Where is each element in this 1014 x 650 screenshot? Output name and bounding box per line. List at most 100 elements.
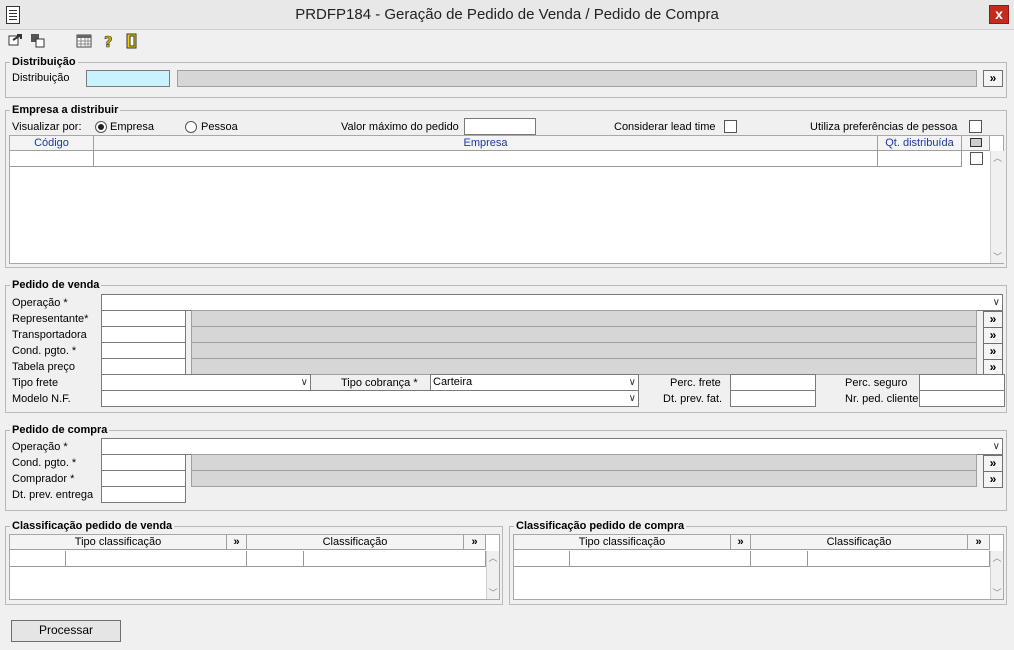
distribuicao-group-title: Distribuição bbox=[10, 56, 78, 68]
radio-pessoa[interactable] bbox=[185, 121, 197, 133]
preferencias-checkbox[interactable] bbox=[969, 120, 982, 133]
table-cell[interactable] bbox=[808, 551, 990, 567]
compra-cond-pgto-input[interactable] bbox=[101, 454, 186, 471]
comprador-input[interactable] bbox=[101, 470, 186, 487]
compra-group-title: Pedido de compra bbox=[10, 424, 110, 436]
close-button[interactable]: x bbox=[989, 5, 1009, 24]
representante-lookup-button[interactable]: » bbox=[983, 311, 1003, 328]
class-compra-class-lookup-button[interactable]: » bbox=[968, 535, 990, 550]
calendar-icon[interactable] bbox=[76, 33, 94, 51]
compra-operacao-label: Operação * bbox=[12, 441, 68, 453]
venda-cond-pgto-description bbox=[191, 342, 977, 359]
class-compra-group-title: Classificação pedido de compra bbox=[514, 520, 687, 532]
class-venda-col-class[interactable]: Classificação bbox=[247, 535, 464, 550]
col-codigo[interactable]: Código bbox=[10, 136, 94, 151]
col-empresa[interactable]: Empresa bbox=[94, 136, 878, 151]
valor-maximo-label: Valor máximo do pedido bbox=[341, 121, 459, 133]
class-venda-group-title: Classificação pedido de venda bbox=[10, 520, 175, 532]
col-qt-distribuida[interactable]: Qt. distribuída bbox=[878, 136, 962, 151]
representante-input[interactable] bbox=[101, 310, 186, 327]
table-cell[interactable] bbox=[878, 151, 962, 167]
preferencias-label: Utiliza preferências de pessoa bbox=[810, 121, 958, 133]
tipo-frete-select[interactable]: ∨ bbox=[101, 374, 311, 391]
table-cell[interactable] bbox=[10, 551, 66, 567]
table-cell[interactable] bbox=[570, 551, 751, 567]
transportadora-input[interactable] bbox=[101, 326, 186, 343]
class-compra-scrollbar[interactable]: ︿ ﹀ bbox=[990, 551, 1003, 599]
compra-cond-pgto-lookup-button[interactable]: » bbox=[983, 455, 1003, 472]
comprador-lookup-button[interactable]: » bbox=[983, 471, 1003, 488]
radio-pessoa-label: Pessoa bbox=[201, 121, 238, 133]
dt-prev-entrega-input[interactable] bbox=[101, 486, 186, 503]
tipo-cobranca-label: Tipo cobrança * bbox=[341, 377, 418, 389]
perc-seguro-label: Perc. seguro bbox=[845, 377, 908, 389]
exit-icon[interactable] bbox=[124, 33, 142, 51]
export-icon[interactable] bbox=[8, 33, 26, 51]
valor-maximo-input[interactable] bbox=[464, 118, 536, 135]
class-compra-col-class[interactable]: Classificação bbox=[751, 535, 968, 550]
distribuicao-input[interactable] bbox=[86, 70, 170, 87]
tipo-cobranca-select[interactable]: Carteira ∨ bbox=[430, 374, 639, 391]
venda-cond-pgto-label: Cond. pgto. * bbox=[12, 345, 77, 357]
venda-cond-pgto-input[interactable] bbox=[101, 342, 186, 359]
chevron-down-icon: ∨ bbox=[628, 377, 636, 388]
class-venda-scrollbar[interactable]: ︿ ﹀ bbox=[486, 551, 499, 599]
table-cell[interactable] bbox=[247, 551, 304, 567]
tabela-preco-input[interactable] bbox=[101, 358, 186, 375]
comprador-label: Comprador * bbox=[12, 473, 75, 485]
table-cell[interactable] bbox=[514, 551, 570, 567]
help-icon[interactable]: ? bbox=[101, 33, 119, 52]
table-cell[interactable] bbox=[304, 551, 486, 567]
venda-cond-pgto-lookup-button[interactable]: » bbox=[983, 343, 1003, 360]
venda-operacao-select[interactable]: ∨ bbox=[101, 294, 1003, 311]
transportadora-lookup-button[interactable]: » bbox=[983, 327, 1003, 344]
class-venda-class-lookup-button[interactable]: » bbox=[464, 535, 486, 550]
class-compra-tipo-lookup-button[interactable]: » bbox=[731, 535, 751, 550]
class-venda-tipo-lookup-button[interactable]: » bbox=[227, 535, 247, 550]
dt-prev-fat-label: Dt. prev. fat. bbox=[663, 393, 723, 405]
table-cell[interactable] bbox=[10, 151, 94, 167]
nr-ped-cliente-input[interactable] bbox=[919, 390, 1005, 407]
table-cell[interactable] bbox=[94, 151, 878, 167]
compra-cond-pgto-description bbox=[191, 454, 977, 471]
class-venda-col-tipo[interactable]: Tipo classificação bbox=[10, 535, 227, 550]
distribuicao-label: Distribuição bbox=[12, 72, 70, 84]
grid-select-all[interactable] bbox=[962, 136, 990, 151]
tabela-preco-label: Tabela preço bbox=[12, 361, 75, 373]
perc-seguro-input[interactable] bbox=[919, 374, 1005, 391]
radio-empresa-label: Empresa bbox=[110, 121, 155, 133]
nr-ped-cliente-label: Nr. ped. cliente bbox=[845, 393, 919, 405]
dt-prev-entrega-label: Dt. prev. entrega bbox=[12, 489, 94, 501]
tabela-preco-description bbox=[191, 358, 977, 375]
table-cell[interactable] bbox=[66, 551, 247, 567]
tipo-frete-label: Tipo frete bbox=[12, 377, 59, 389]
compra-cond-pgto-label: Cond. pgto. * bbox=[12, 457, 77, 469]
empresa-grid-scrollbar[interactable]: ︿ ﹀ bbox=[990, 151, 1004, 263]
venda-group-title: Pedido de venda bbox=[10, 279, 102, 291]
row-checkbox[interactable] bbox=[970, 152, 983, 165]
lead-time-checkbox[interactable] bbox=[724, 120, 737, 133]
class-compra-col-tipo[interactable]: Tipo classificação bbox=[514, 535, 731, 550]
chevron-down-icon: ∨ bbox=[992, 441, 1000, 452]
modelo-nf-label: Modelo N.F. bbox=[12, 393, 71, 405]
transportadora-description bbox=[191, 326, 977, 343]
distribuicao-lookup-button[interactable]: » bbox=[983, 70, 1003, 87]
transportadora-label: Transportadora bbox=[12, 329, 87, 341]
radio-empresa[interactable] bbox=[95, 121, 107, 133]
compra-operacao-select[interactable]: ∨ bbox=[101, 438, 1003, 455]
window-title: PRDFP184 - Geração de Pedido de Venda / … bbox=[295, 6, 719, 23]
dt-prev-fat-input[interactable] bbox=[730, 390, 816, 407]
perc-frete-input[interactable] bbox=[730, 374, 816, 391]
processar-button[interactable]: Processar bbox=[11, 620, 121, 642]
distribuicao-description bbox=[177, 70, 977, 87]
empresa-group-title: Empresa a distribuir bbox=[10, 104, 121, 116]
tipo-cobranca-value: Carteira bbox=[433, 376, 473, 388]
chevron-down-icon: ∨ bbox=[300, 377, 308, 388]
copy-icon[interactable] bbox=[30, 33, 48, 51]
lead-time-label: Considerar lead time bbox=[614, 121, 716, 133]
modelo-nf-select[interactable]: ∨ bbox=[101, 390, 639, 407]
comprador-description bbox=[191, 470, 977, 487]
venda-operacao-label: Operação * bbox=[12, 297, 68, 309]
table-cell[interactable] bbox=[751, 551, 808, 567]
perc-frete-label: Perc. frete bbox=[670, 377, 721, 389]
